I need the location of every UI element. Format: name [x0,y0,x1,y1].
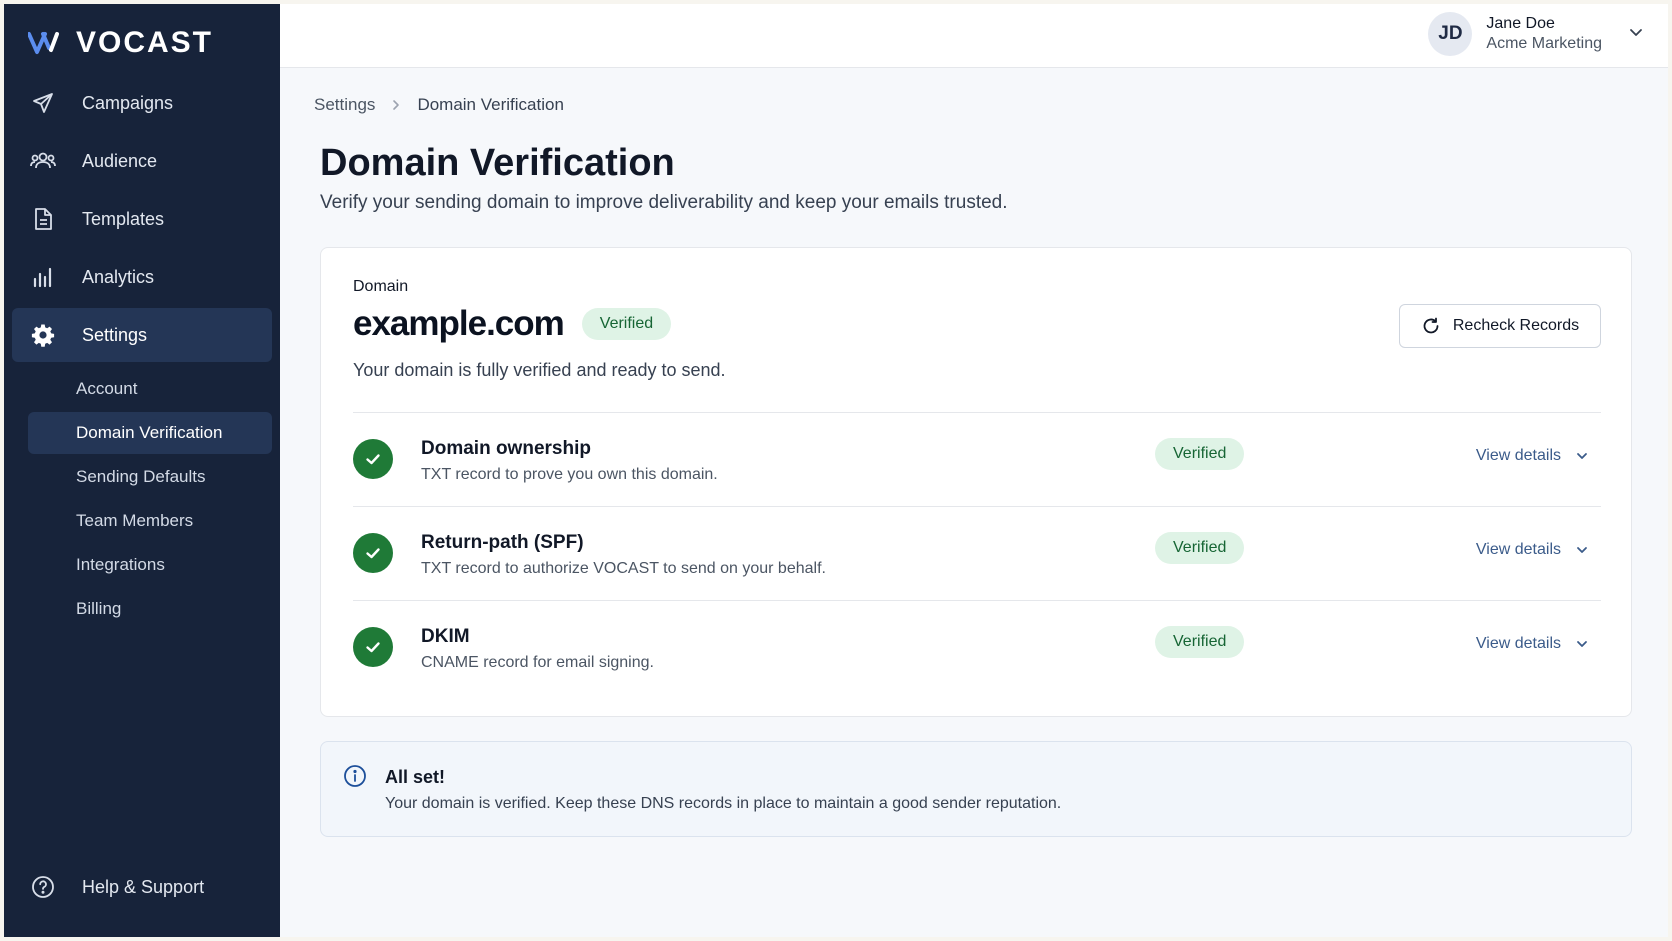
sidebar-subitem-sending-defaults[interactable]: Sending Defaults [28,456,272,498]
view-details-toggle[interactable]: View details [1476,635,1589,653]
info-icon [343,764,367,793]
main-content: JD Jane Doe Acme Marketing Settings Doma… [280,4,1668,937]
breadcrumb-settings[interactable]: Settings [314,95,375,115]
help-support-link[interactable]: Help & Support [12,867,204,907]
sidebar-subitem-team-members[interactable]: Team Members [28,500,272,542]
sidebar-item-label: Campaigns [82,92,174,113]
domain-label: Domain [353,278,409,295]
bar-chart-icon [30,264,56,290]
sidebar-item-settings[interactable]: Settings [12,308,272,362]
record-row: Domain ownership TXT record to prove you… [353,412,1601,506]
logo-icon [28,31,66,55]
avatar: JD [1428,12,1473,56]
sidebar-subitem-integrations[interactable]: Integrations [28,544,272,586]
info-alert: All set! Your domain is verified. Keep t… [320,741,1632,837]
user-name: Jane Doe [1486,15,1555,32]
document-icon [30,206,56,232]
sidebar-item-label: Settings [82,324,148,345]
status-badge: Verified [1155,438,1245,470]
record-title: Return-path (SPF) [421,532,584,553]
alert-title: All set! [385,767,446,787]
sidebar-item-campaigns[interactable]: Campaigns [12,76,272,130]
sidebar-item-audience[interactable]: Audience [12,134,272,188]
recheck-records-button[interactable]: Recheck Records [1399,304,1601,348]
alert-text: Your domain is verified. Keep these DNS … [385,795,1062,812]
record-row: DKIM CNAME record for email signing. Ver… [353,600,1601,694]
breadcrumb-current: Domain Verification [417,95,564,114]
settings-subnav: Account Domain Verification Sending Defa… [4,368,280,630]
paper-plane-icon [30,90,56,116]
check-circle-icon [353,533,393,573]
topbar: JD Jane Doe Acme Marketing [280,4,1668,68]
brand-name: VOCAST [76,26,214,59]
domain-row: example.com Verified [353,304,672,344]
record-description: TXT record to prove you own this domain. [421,466,718,483]
user-org: Acme Marketing [1486,35,1602,52]
sidebar-item-label: Audience [82,150,158,171]
app-window: VOCAST Campaigns Audience Templates Anal… [4,4,1668,937]
view-details-toggle[interactable]: View details [1476,541,1589,559]
gear-icon [30,322,56,348]
domain-name: example.com [353,304,565,343]
question-circle-icon [30,874,56,900]
brand[interactable]: VOCAST [28,26,213,60]
sidebar-subitem-billing[interactable]: Billing [28,588,272,630]
sidebar: VOCAST Campaigns Audience Templates Anal… [4,4,280,937]
sidebar-nav: Campaigns Audience Templates Analytics S… [4,76,280,632]
chevron-down-icon [1575,449,1589,463]
record-title: DKIM [421,626,470,647]
dns-records-list: Domain ownership TXT record to prove you… [353,412,1601,694]
status-badge: Verified [1155,626,1245,658]
sidebar-subitem-domain-verification[interactable]: Domain Verification [28,412,272,454]
domain-description: Your domain is fully verified and ready … [353,360,726,380]
chevron-down-icon[interactable] [1628,24,1644,45]
chevron-right-icon [391,99,401,111]
page-title: Domain Verification [320,142,675,184]
chevron-down-icon [1575,543,1589,557]
view-details-label: View details [1475,541,1561,558]
view-details-label: View details [1475,447,1561,464]
record-title: Domain ownership [421,438,591,459]
record-description: TXT record to authorize VOCAST to send o… [421,560,826,577]
user-menu[interactable]: JD Jane Doe Acme Marketing [1428,12,1644,56]
record-description: CNAME record for email signing. [421,654,654,671]
sidebar-subitem-account[interactable]: Account [28,368,272,410]
check-circle-icon [353,627,393,667]
user-info: Jane Doe Acme Marketing [1486,15,1602,53]
sidebar-item-label: Templates [82,208,165,229]
refresh-icon [1421,316,1441,336]
breadcrumb: Settings Domain Verification [314,95,564,115]
sidebar-item-templates[interactable]: Templates [12,192,272,246]
sidebar-item-analytics[interactable]: Analytics [12,250,272,304]
help-support-label: Help & Support [82,876,205,897]
status-badge: Verified [581,308,672,340]
view-details-label: View details [1475,635,1561,652]
domain-card: Domain example.com Verified Your domain … [320,247,1632,717]
view-details-toggle[interactable]: View details [1476,447,1589,465]
recheck-records-label: Recheck Records [1452,317,1580,334]
check-circle-icon [353,439,393,479]
record-row: Return-path (SPF) TXT record to authoriz… [353,506,1601,600]
users-icon [30,148,56,174]
chevron-down-icon [1575,637,1589,651]
status-badge: Verified [1155,532,1245,564]
page-subtitle: Verify your sending domain to improve de… [320,192,1008,213]
sidebar-item-label: Analytics [82,266,155,287]
